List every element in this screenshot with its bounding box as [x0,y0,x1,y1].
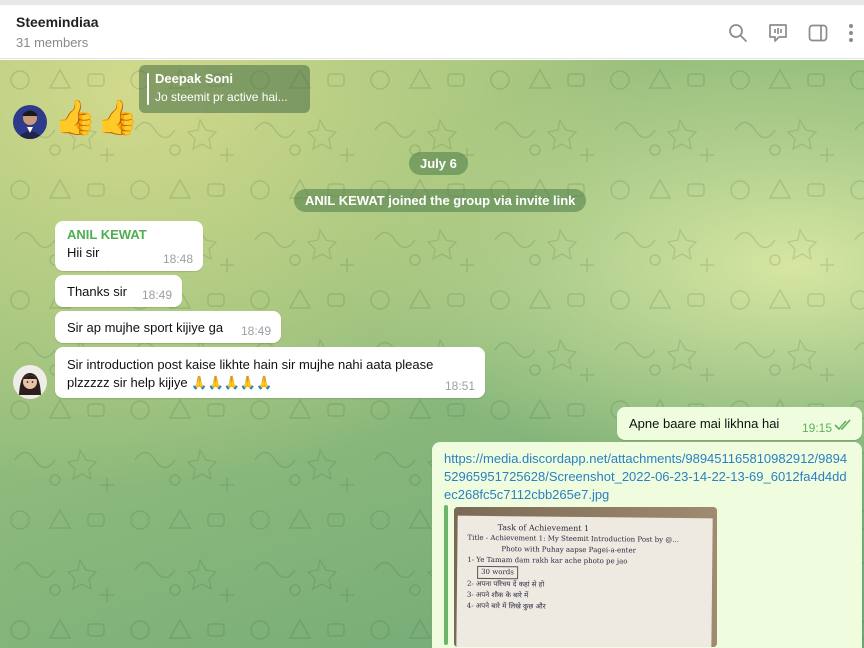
link-preview-image[interactable]: Task of Achievement 1 Title - Achievemen… [454,507,717,647]
more-vertical-icon[interactable] [842,22,860,44]
emoji-message[interactable]: 👍👍 [54,98,139,138]
message-text: Sir ap mujhe sport kijiye ga [67,320,224,335]
outgoing-message-bubble[interactable]: Apne baare mai likhna hai 19:15 [617,407,862,440]
message-sender-name[interactable]: ANIL KEWAT [67,227,191,242]
member-count: 31 members [16,35,89,50]
message-time: 18:49 [141,288,172,302]
notebook-page: Task of Achievement 1 Title - Achievemen… [456,515,713,647]
message-time: 19:15 [801,421,832,435]
message-bubble[interactable]: Sir ap mujhe sport kijiye ga 18:49 [55,311,281,343]
chat-messages-area[interactable]: Deepak Soni Jo steemit pr active hai... … [0,60,864,648]
video-chat-icon[interactable] [767,22,789,44]
outgoing-link-message[interactable]: https://media.discordapp.net/attachments… [432,442,862,648]
avatar[interactable] [13,365,47,399]
message-time: 18:49 [240,324,271,338]
message-text-line: plzzzzz sir help kijiye 🙏🙏🙏🙏🙏 [67,375,273,390]
date-separator: July 6 [409,152,468,175]
reply-sender-name: Deepak Soni [155,71,234,86]
link-preview-bar [444,505,448,645]
reply-snippet: Jo steemit pr active hai... [155,90,288,104]
service-message-joined: ANIL KEWAT joined the group via invite l… [294,189,587,212]
sidebar-toggle-icon[interactable] [807,22,829,44]
reply-preview[interactable]: Deepak Soni Jo steemit pr active hai... [139,65,310,113]
chat-header[interactable]: Steemindiaa 31 members [0,5,864,59]
message-bubble[interactable]: ANIL KEWAT Hii sir 18:48 [55,221,203,271]
double-check-icon [834,419,852,434]
search-icon[interactable] [727,22,749,44]
message-text-line: Sir introduction post kaise likhte hain … [67,357,434,372]
attachment-link[interactable]: https://media.discordapp.net/attachments… [444,450,850,504]
message-bubble[interactable]: Sir introduction post kaise likhte hain … [55,347,485,398]
chat-title[interactable]: Steemindiaa [16,14,98,30]
avatar[interactable] [13,105,47,139]
message-time: 18:51 [444,379,475,393]
message-time: 18:48 [162,252,193,266]
message-bubble[interactable]: Thanks sir 18:49 [55,275,182,307]
